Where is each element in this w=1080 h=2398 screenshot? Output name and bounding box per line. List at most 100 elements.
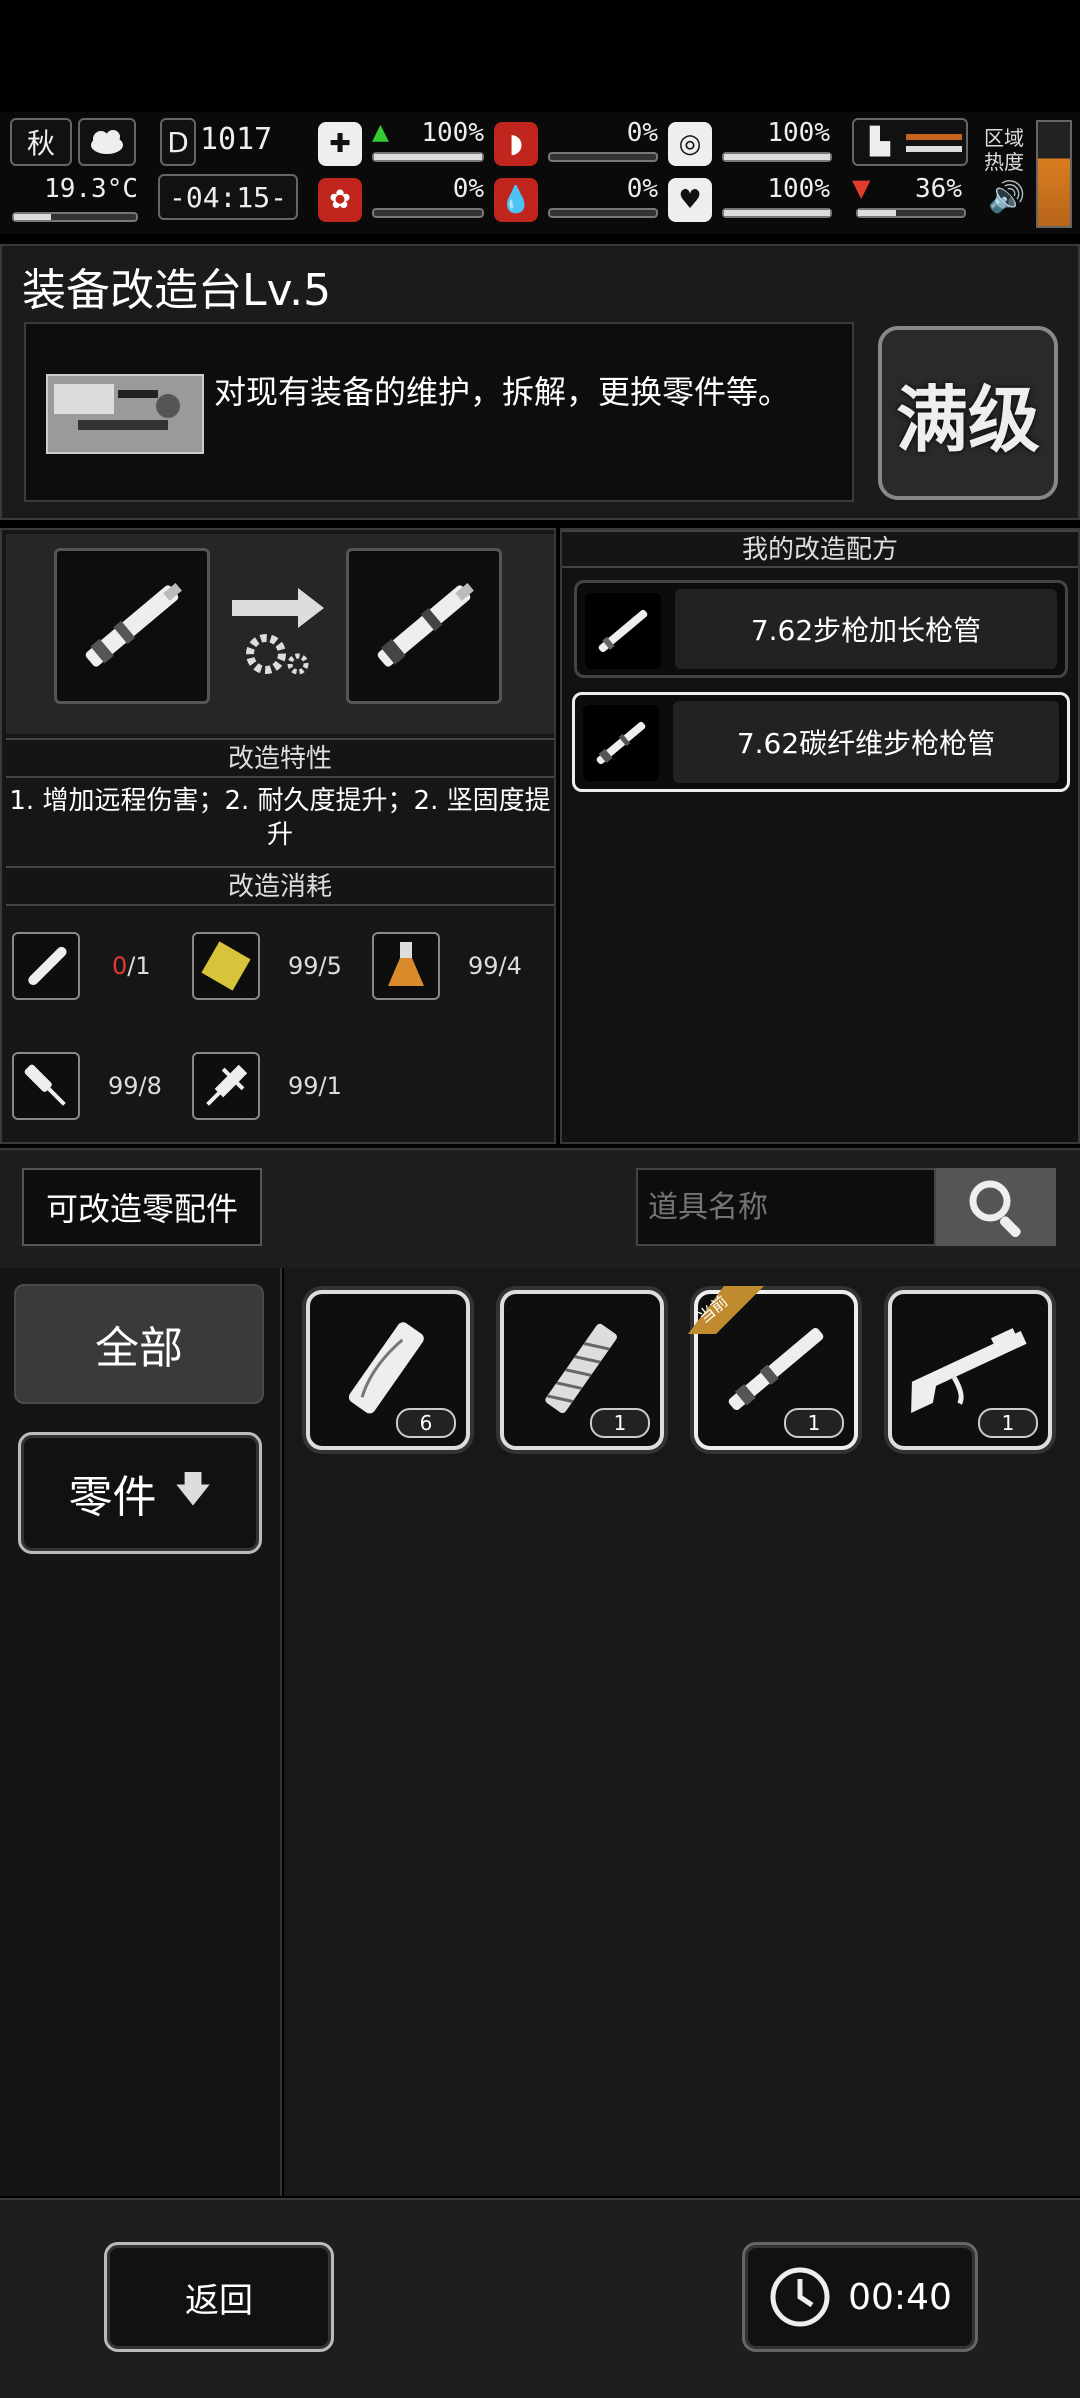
boot-icon: ▙ — [870, 127, 890, 157]
stat-3-value: 100% — [767, 118, 830, 148]
inventory-item[interactable]: 1 — [500, 1290, 664, 1450]
category-parts-label: 零件 — [68, 1472, 157, 1523]
boot-bar-2 — [906, 146, 962, 152]
recipes-header: 我的改造配方 — [562, 530, 1078, 568]
rifle-barrel-icon — [598, 609, 648, 653]
inventory-grid: 6 1 当前 1 1 — [284, 1268, 1080, 2196]
blood-drop-icon: 💧 — [494, 178, 538, 222]
cost-gold-plate-count: 99/5 — [288, 952, 342, 980]
temperature-value: 19.3°C — [44, 174, 138, 204]
timer-label: 00:40 — [848, 2276, 952, 2318]
blood-value: 0% — [626, 174, 658, 204]
season-label: 秋 — [26, 127, 55, 160]
stomach-icon: ◗ — [494, 122, 538, 166]
day-icon: D — [160, 118, 196, 166]
mood-stat: 100% — [722, 174, 830, 204]
boot-bar-1 — [906, 134, 962, 140]
cost-item-knife-part[interactable] — [12, 1052, 80, 1120]
medkit-icon: ✚ — [318, 122, 362, 166]
modifiable-parts-label: 可改造零配件 — [22, 1168, 262, 1246]
cost-item-flask[interactable] — [372, 932, 440, 1000]
inventory-item-current[interactable]: 当前 1 — [688, 1286, 858, 1450]
item-count: 1 — [978, 1408, 1038, 1438]
category-sidebar: 全部 零件 🡇 — [0, 1268, 282, 2196]
clock-value: -04:15- — [168, 180, 287, 214]
boot-stat: ▙ — [852, 118, 968, 166]
search-bar: 可改造零配件 — [0, 1148, 1080, 1268]
mind-bar — [372, 208, 484, 218]
category-all-label: 全部 — [95, 1323, 183, 1374]
recipe-name: 7.62碳纤维步枪枪管 — [673, 701, 1059, 783]
blood-stat: 0% — [550, 174, 658, 204]
region-heat-label: 区域 热度 — [984, 126, 1024, 174]
season-badge: 秋 — [10, 118, 72, 166]
cost-item-gold-plate[interactable] — [192, 932, 260, 1000]
stat-3: 100% — [722, 118, 830, 148]
gold-plate-icon — [201, 941, 251, 991]
max-level-button[interactable]: 满级 — [878, 326, 1058, 500]
day-counter: 1017 — [200, 122, 300, 162]
rifle-barrel-icon — [85, 582, 182, 667]
page-title: 装备改造台Lv.5 — [22, 265, 332, 316]
inventory-item[interactable]: 6 — [306, 1290, 470, 1450]
syringe-icon — [206, 1064, 248, 1106]
traits-text: 1. 增加远程伤害；2. 耐久度提升；2. 坚固度提升 — [9, 786, 551, 850]
recipes-panel: 我的改造配方 7.62步枪加长枪管 7.62碳纤维步枪枪管 — [560, 528, 1080, 1144]
target-item-slot[interactable] — [346, 548, 502, 704]
mood-bar — [722, 208, 832, 218]
category-all[interactable]: 全部 — [14, 1284, 264, 1404]
temperature: 19.3°C — [18, 174, 138, 206]
cost-pipe-count: 0/1 — [112, 952, 151, 980]
cost-item-syringe[interactable] — [192, 1052, 260, 1120]
mind-value: 0% — [452, 174, 484, 204]
heart-icon: ♥ — [668, 178, 712, 222]
blood-bar — [548, 208, 658, 218]
timer-button[interactable]: 00:40 — [742, 2242, 978, 2352]
region-heat-label-1: 区域 — [984, 126, 1024, 150]
arrow-gear-icon — [228, 580, 328, 680]
workbench-description: 对现有装备的维护，拆解，更换零件等。 — [214, 373, 791, 411]
clock-icon — [770, 2267, 830, 2327]
hunger-stat: 0% — [550, 118, 658, 148]
back-button[interactable]: 返回 — [104, 2242, 334, 2352]
lung-icon: ◎ — [668, 122, 712, 166]
arrow-down-icon: 🡇 — [174, 1468, 212, 1510]
pipe-icon — [28, 946, 67, 986]
day-value: 1017 — [200, 122, 273, 157]
sound-icon[interactable]: 🔊 — [988, 180, 1025, 215]
search-field[interactable] — [638, 1170, 934, 1244]
weight-value: 36% — [915, 174, 962, 204]
health-bar — [372, 152, 484, 162]
current-badge: 当前 — [688, 1286, 768, 1334]
temperature-bar — [12, 212, 138, 222]
cost-item-pipe[interactable] — [12, 932, 80, 1000]
recipe-item[interactable]: 7.62步枪加长枪管 — [574, 580, 1068, 678]
max-level-label: 满级 — [895, 377, 1040, 462]
cost-knife-part-count: 99/8 — [108, 1072, 162, 1100]
knife-part-icon — [24, 1064, 66, 1106]
cost-syringe-count: 99/1 — [288, 1072, 342, 1100]
traits-header: 改造特性 — [6, 738, 554, 778]
search-icon — [969, 1180, 1021, 1238]
inventory-item[interactable]: 1 — [888, 1290, 1052, 1450]
header-panel: 装备改造台Lv.5 对现有装备的维护，拆解，更换零件等。 满级 — [0, 244, 1080, 520]
recipe-icon — [583, 705, 659, 781]
mind-stat: 0% — [372, 174, 484, 204]
carbon-barrel-icon — [377, 582, 474, 667]
source-item-slot[interactable] — [54, 548, 210, 704]
search-input[interactable] — [636, 1168, 936, 1246]
workbench-image — [46, 374, 204, 454]
search-button[interactable] — [936, 1168, 1056, 1246]
modify-panel: 改造特性 1. 增加远程伤害；2. 耐久度提升；2. 坚固度提升 改造消耗 0/… — [0, 528, 556, 1144]
brain-icon: ✿ — [318, 178, 362, 222]
cost-pipe-need: /1 — [127, 952, 151, 980]
health-up-icon: ▲ — [372, 120, 389, 145]
carbon-barrel-icon — [596, 721, 646, 765]
weight-stat: 36% — [872, 174, 962, 204]
recipe-item-selected[interactable]: 7.62碳纤维步枪枪管 — [572, 692, 1070, 792]
region-heat-meter — [1036, 120, 1072, 228]
category-parts[interactable]: 零件 🡇 — [18, 1432, 262, 1554]
cost-header: 改造消耗 — [6, 866, 554, 906]
weather-icon — [78, 118, 136, 166]
item-count: 1 — [784, 1408, 844, 1438]
